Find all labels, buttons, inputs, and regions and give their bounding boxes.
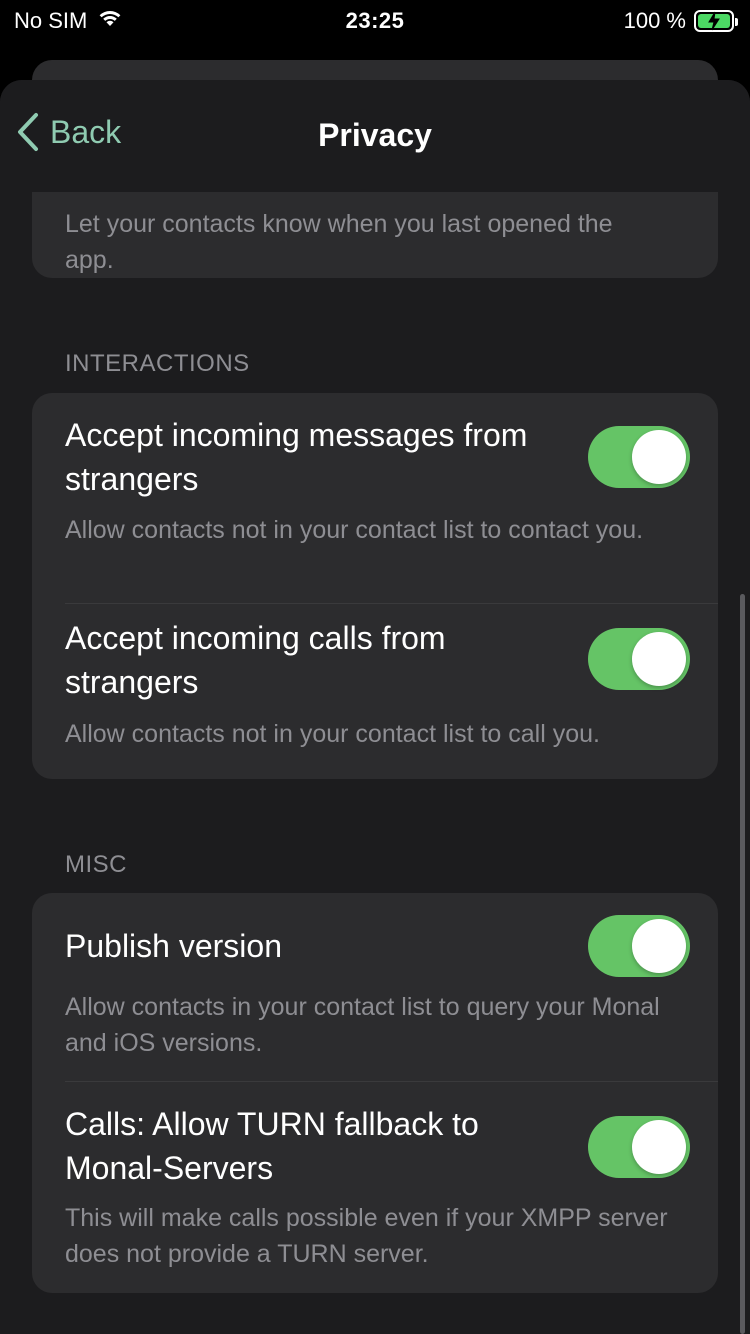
last-seen-description: Let your contacts know when you last ope… xyxy=(65,210,613,274)
toggle-knob xyxy=(632,430,686,484)
battery-percent: 100 % xyxy=(623,8,686,33)
misc-card: Publish version Allow contacts in your c… xyxy=(32,893,718,1293)
section-header-interactions: INTERACTIONS xyxy=(65,350,250,377)
setting-title: Calls: Allow TURN fallback to Monal-Serv… xyxy=(65,1106,479,1186)
section-header-misc: MISC xyxy=(65,851,127,878)
messages-from-strangers-toggle[interactable] xyxy=(588,426,690,488)
setting-description: This will make calls possible even if yo… xyxy=(65,1204,668,1268)
setting-description: Allow contacts in your contact list to q… xyxy=(65,993,660,1057)
status-right: 100 % xyxy=(623,8,738,34)
setting-description: Allow contacts not in your contact list … xyxy=(65,720,600,748)
setting-title: Accept incoming calls from strangers xyxy=(65,620,446,700)
setting-row-messages-from-strangers: Accept incoming messages from strangers … xyxy=(32,393,718,604)
toggle-knob xyxy=(632,1120,686,1174)
setting-row-turn-fallback: Calls: Allow TURN fallback to Monal-Serv… xyxy=(32,1082,718,1293)
status-bar: No SIM 23:25 100 % xyxy=(0,0,750,44)
setting-row-calls-from-strangers: Accept incoming calls from strangers All… xyxy=(32,604,718,779)
navigation-bar: Back Privacy xyxy=(0,80,750,192)
scroll-indicator[interactable] xyxy=(740,594,745,1334)
publish-version-toggle[interactable] xyxy=(588,915,690,977)
toggle-knob xyxy=(632,919,686,973)
setting-title: Publish version xyxy=(65,928,282,964)
calls-from-strangers-toggle[interactable] xyxy=(588,628,690,690)
toggle-knob xyxy=(632,632,686,686)
battery-icon xyxy=(694,10,738,32)
interactions-card: Accept incoming messages from strangers … xyxy=(32,393,718,779)
setting-row-publish-version: Publish version Allow contacts in your c… xyxy=(32,893,718,1081)
page-title: Privacy xyxy=(318,117,432,153)
privacy-sheet: Let your contacts know when you last ope… xyxy=(0,80,750,1334)
setting-description: Allow contacts not in your contact list … xyxy=(65,516,644,544)
screen: No SIM 23:25 100 % Let your contacts kno… xyxy=(0,0,750,1334)
charging-bolt-icon xyxy=(708,11,720,31)
turn-fallback-toggle[interactable] xyxy=(588,1116,690,1178)
setting-title: Accept incoming messages from strangers xyxy=(65,417,528,497)
